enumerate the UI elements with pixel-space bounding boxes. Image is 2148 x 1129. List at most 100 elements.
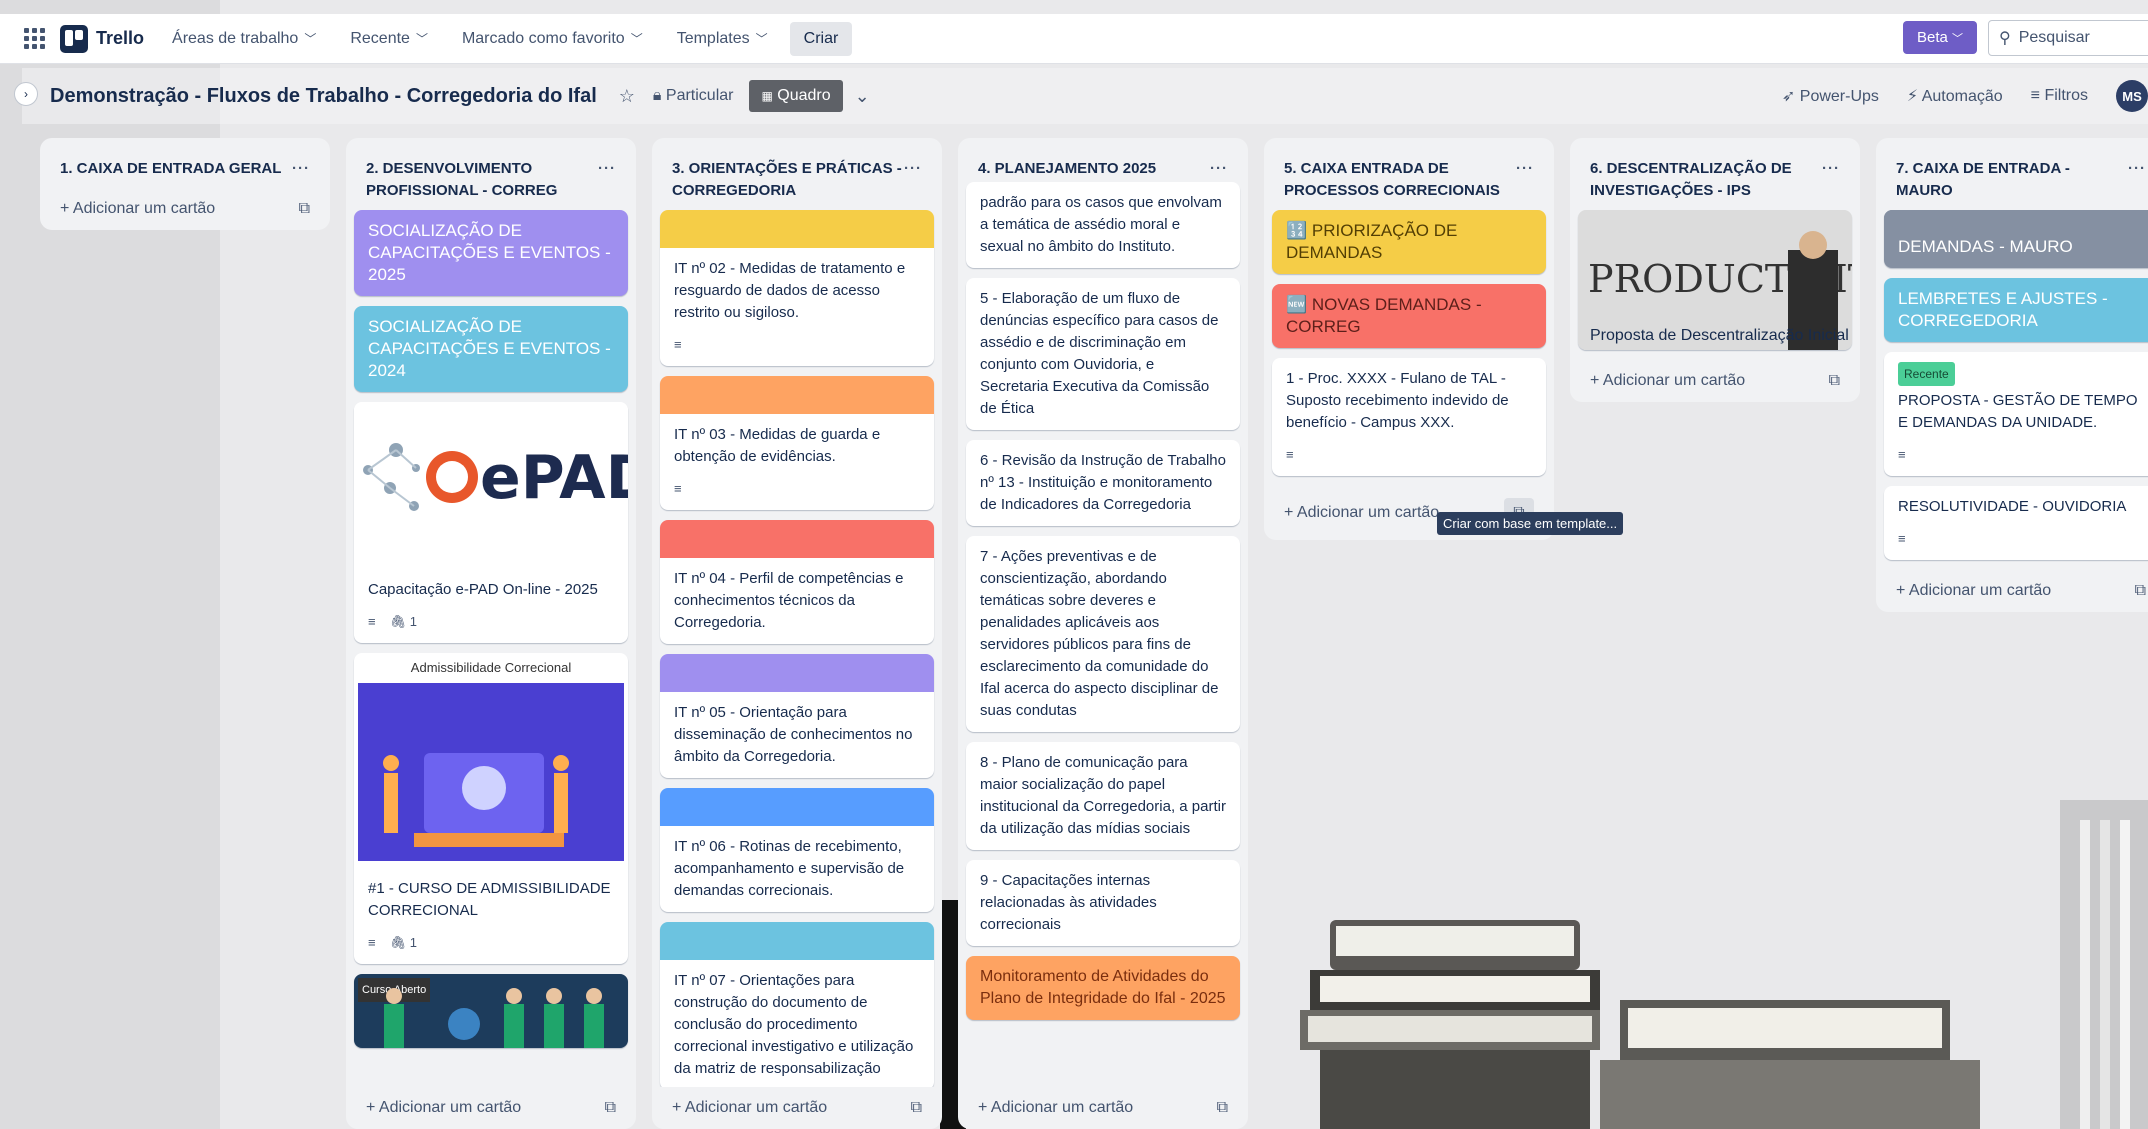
nav-templates[interactable]: Templates ﹀: [677, 30, 768, 48]
card[interactable]: 8 - Plano de comunicação para maior soci…: [966, 742, 1240, 850]
card[interactable]: 1 - Proc. XXXX - Fulano de TAL - Suposto…: [1272, 358, 1546, 476]
rocket-icon: ➶: [1781, 88, 1796, 105]
card[interactable]: PRODUCTIVITY Proposta de Descentralizaçã…: [1578, 210, 1852, 350]
card-title: IT nº 06 - Rotinas de recebimento, acomp…: [674, 838, 905, 899]
card-title: 7 - Ações preventivas e de conscientizaç…: [980, 548, 1219, 719]
beta-button[interactable]: Beta ﹀: [1903, 21, 1978, 54]
list-3: 3. ORIENTAÇÕES E PRÁTICAS - CORREGEDORIA…: [652, 138, 942, 1129]
add-card-button[interactable]: + Adicionar um cartão⧉: [1578, 360, 1852, 402]
more-icon[interactable]: ···: [2128, 158, 2146, 202]
add-card-button[interactable]: + Adicionar um cartão⧉: [48, 188, 322, 230]
card[interactable]: padrão para os casos que envolvam a temá…: [966, 182, 1240, 268]
add-card-button[interactable]: + Adicionar um cartão⧉: [354, 1087, 628, 1129]
card[interactable]: DEMANDAS - MAURO: [1884, 210, 2148, 268]
list-header[interactable]: 7. CAIXA DE ENTRADA - MAURO ···: [1884, 146, 2148, 210]
nav-label: Áreas de trabalho: [172, 29, 299, 47]
list-header[interactable]: 5. CAIXA ENTRADA DE PROCESSOS CORRECIONA…: [1272, 146, 1546, 210]
board-actions: ➶ Power-Ups ⚡︎ Automação ≡ Filtros MS: [1782, 80, 2148, 112]
app-switcher-icon[interactable]: [24, 27, 46, 50]
description-icon: ≡: [674, 481, 682, 496]
card[interactable]: 9 - Capacitações internas relacionadas à…: [966, 860, 1240, 946]
sidebar-expand-button[interactable]: ›: [14, 82, 38, 106]
card-image-caption: Admissibilidade Correcional: [410, 660, 572, 675]
card[interactable]: LEMBRETES E AJUSTES - CORREGEDORIA: [1884, 278, 2148, 342]
visibility-button[interactable]: 🔒︎ Particular: [653, 87, 734, 105]
card-cover: [660, 210, 934, 248]
card[interactable]: IT nº 04 - Perfil de competências e conh…: [660, 520, 934, 644]
card-title: IT nº 05 - Orientação para disseminação …: [674, 704, 913, 765]
template-icon[interactable]: ⧉: [1217, 1099, 1228, 1117]
nav-starred[interactable]: Marcado como favorito ﹀: [462, 30, 643, 48]
description-icon: ≡: [674, 337, 682, 352]
list-6: 6. DESCENTRALIZAÇÃO DE INVESTIGAÇÕES - I…: [1570, 138, 1860, 402]
card-title: Monitoramento de Atividades do Plano de …: [980, 968, 1226, 1007]
chevron-down-icon[interactable]: ⌄: [855, 86, 870, 107]
list-header[interactable]: 1. CAIXA DE ENTRADA GERAL ···: [48, 146, 322, 188]
nav-recent[interactable]: Recente ﹀: [350, 30, 428, 48]
powerups-button[interactable]: ➶ Power-Ups: [1782, 86, 1879, 106]
card[interactable]: IT nº 03 - Medidas de guarda e obtenção …: [660, 376, 934, 510]
star-icon[interactable]: ☆: [619, 86, 635, 107]
more-icon[interactable]: ···: [1516, 158, 1534, 202]
add-card-button[interactable]: + Adicionar um cartão⧉: [660, 1087, 934, 1129]
list-title: 6. DESCENTRALIZAÇÃO DE INVESTIGAÇÕES - I…: [1590, 160, 1792, 199]
trello-logo[interactable]: Trello: [60, 24, 144, 53]
nav-label: Marcado como favorito: [461, 29, 625, 47]
card-title: SOCIALIZAÇÃO DE CAPACITAÇÕES E EVENTOS -…: [368, 317, 611, 380]
powerups-label: Power-Ups: [1799, 88, 1879, 105]
more-icon[interactable]: ···: [292, 158, 310, 180]
add-card-button[interactable]: + Adicionar um cartão⧉: [1884, 570, 2148, 612]
add-card-button[interactable]: + Adicionar um cartão⧉: [966, 1087, 1240, 1129]
card[interactable]: SOCIALIZAÇÃO DE CAPACITAÇÕES E EVENTOS -…: [354, 210, 628, 296]
card-title: Capacitação e-PAD On-line - 2025: [368, 581, 598, 598]
card[interactable]: 🆕 NOVAS DEMANDAS - CORREG: [1272, 284, 1546, 348]
card-cover: [660, 922, 934, 960]
card[interactable]: 5 - Elaboração de um fluxo de denúncias …: [966, 278, 1240, 430]
card[interactable]: IT nº 07 - Orientações para construção d…: [660, 922, 934, 1090]
card[interactable]: 🔢 PRIORIZAÇÃO DE DEMANDAS: [1272, 210, 1546, 274]
card-title: padrão para os casos que envolvam a temá…: [980, 194, 1222, 255]
more-icon[interactable]: ···: [1210, 158, 1228, 180]
card[interactable]: SOCIALIZAÇÃO DE CAPACITAÇÕES E EVENTOS -…: [354, 306, 628, 392]
search-input[interactable]: ⚲ Pesquisar: [1988, 20, 2148, 56]
epad-logo-image: ePAD: [354, 402, 628, 562]
card[interactable]: Admissibilidade Correcional #1 - CURSO D…: [354, 653, 628, 964]
template-icon[interactable]: ⧉: [1829, 372, 1840, 390]
template-icon[interactable]: ⧉: [605, 1099, 616, 1117]
card[interactable]: IT nº 06 - Rotinas de recebimento, acomp…: [660, 788, 934, 912]
card[interactable]: ePAD Capacitação e-PAD On-line - 2025 ≡ 🖇…: [354, 402, 628, 643]
card[interactable]: 7 - Ações preventivas e de conscientizaç…: [966, 536, 1240, 732]
avatar[interactable]: MS: [2116, 80, 2148, 112]
more-icon[interactable]: ···: [904, 158, 922, 202]
create-button[interactable]: Criar: [789, 21, 853, 56]
card[interactable]: 6 - Revisão da Instrução de Trabalho nº …: [966, 440, 1240, 526]
card[interactable]: Monitoramento de Atividades do Plano de …: [966, 956, 1240, 1020]
card-title: IT nº 03 - Medidas de guarda e obtenção …: [674, 426, 881, 465]
board-title[interactable]: Demonstração - Fluxos de Trabalho - Corr…: [50, 85, 597, 108]
list-title: 3. ORIENTAÇÕES E PRÁTICAS - CORREGEDORIA: [672, 160, 902, 199]
filter-icon: ≡: [2030, 87, 2040, 104]
list-header[interactable]: 6. DESCENTRALIZAÇÃO DE INVESTIGAÇÕES - I…: [1578, 146, 1852, 210]
template-icon[interactable]: ⧉: [2135, 582, 2146, 600]
view-board-button[interactable]: ▦ Quadro: [749, 80, 843, 112]
list-title: 2. DESENVOLVIMENTO PROFISSIONAL - CORREG: [366, 160, 558, 199]
template-icon[interactable]: ⧉: [911, 1099, 922, 1117]
list-header[interactable]: 2. DESENVOLVIMENTO PROFISSIONAL - CORREG…: [354, 146, 628, 210]
list-header[interactable]: 3. ORIENTAÇÕES E PRÁTICAS - CORREGEDORIA…: [660, 146, 934, 210]
more-icon[interactable]: ···: [598, 158, 616, 202]
more-icon[interactable]: ···: [1822, 158, 1840, 202]
search-icon: ⚲: [1999, 30, 2011, 47]
course-illustration: [384, 988, 604, 1048]
card-cover: [660, 376, 934, 414]
lightning-icon: ⚡︎: [1906, 88, 1919, 105]
template-icon[interactable]: ⧉: [299, 200, 310, 218]
card[interactable]: RESOLUTIVIDADE - OUVIDORIA ≡: [1884, 486, 2148, 560]
card[interactable]: Curso Aberto: [354, 974, 628, 1048]
nav-workspaces[interactable]: Áreas de trabalho ﹀: [172, 30, 316, 48]
card[interactable]: IT nº 02 - Medidas de tratamento e resgu…: [660, 210, 934, 366]
filters-button[interactable]: ≡ Filtros: [2031, 87, 2088, 105]
list-7: 7. CAIXA DE ENTRADA - MAURO ··· DEMANDAS …: [1876, 138, 2148, 612]
card[interactable]: Recente PROPOSTA - GESTÃO DE TEMPO E DEMA…: [1884, 352, 2148, 476]
automation-button[interactable]: ⚡︎ Automação: [1907, 86, 2003, 106]
card[interactable]: IT nº 05 - Orientação para disseminação …: [660, 654, 934, 778]
